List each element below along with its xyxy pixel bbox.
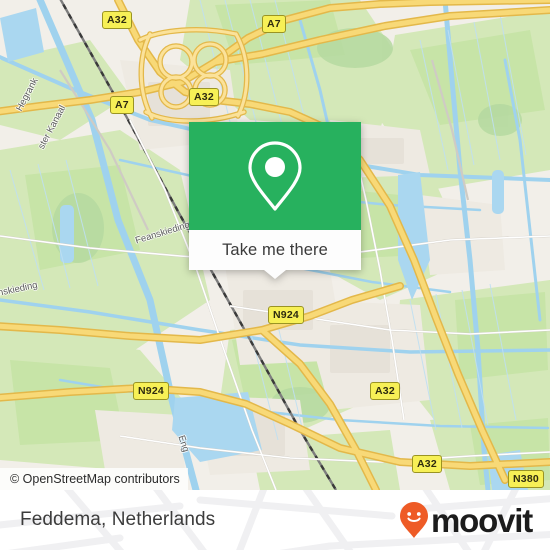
- footer-bar: Feddema, Netherlands moovit: [0, 490, 550, 550]
- moovit-smiley-pin-icon: [400, 502, 429, 538]
- map-pin-icon: [248, 141, 302, 211]
- road-shield-a32[interactable]: A32: [412, 455, 442, 473]
- moovit-location-card: Hegrank ster Kanaal Feanskieding nskiedi…: [0, 0, 550, 550]
- osm-attribution[interactable]: © OpenStreetMap contributors: [0, 468, 188, 490]
- road-shield-a7[interactable]: A7: [110, 96, 134, 114]
- callout-icon-area: [189, 122, 361, 230]
- road-shield-n924[interactable]: N924: [268, 306, 304, 324]
- road-shield-a7[interactable]: A7: [262, 15, 286, 33]
- road-shield-a32[interactable]: A32: [370, 382, 400, 400]
- callout-tail: [264, 270, 286, 279]
- location-title: Feddema, Netherlands: [20, 509, 216, 530]
- osm-attribution-text: © OpenStreetMap contributors: [10, 472, 180, 486]
- road-shield-n924[interactable]: N924: [133, 382, 169, 400]
- callout-action-bar[interactable]: Take me there: [189, 230, 361, 279]
- moovit-wordmark: moovit: [431, 501, 533, 539]
- moovit-logo[interactable]: moovit: [399, 501, 533, 539]
- road-shield-n380[interactable]: N380: [508, 470, 544, 488]
- take-me-there-label: Take me there: [222, 240, 328, 259]
- take-me-there-callout[interactable]: Take me there: [189, 122, 361, 279]
- road-shield-a32[interactable]: A32: [189, 88, 219, 106]
- road-shield-a32[interactable]: A32: [102, 11, 132, 29]
